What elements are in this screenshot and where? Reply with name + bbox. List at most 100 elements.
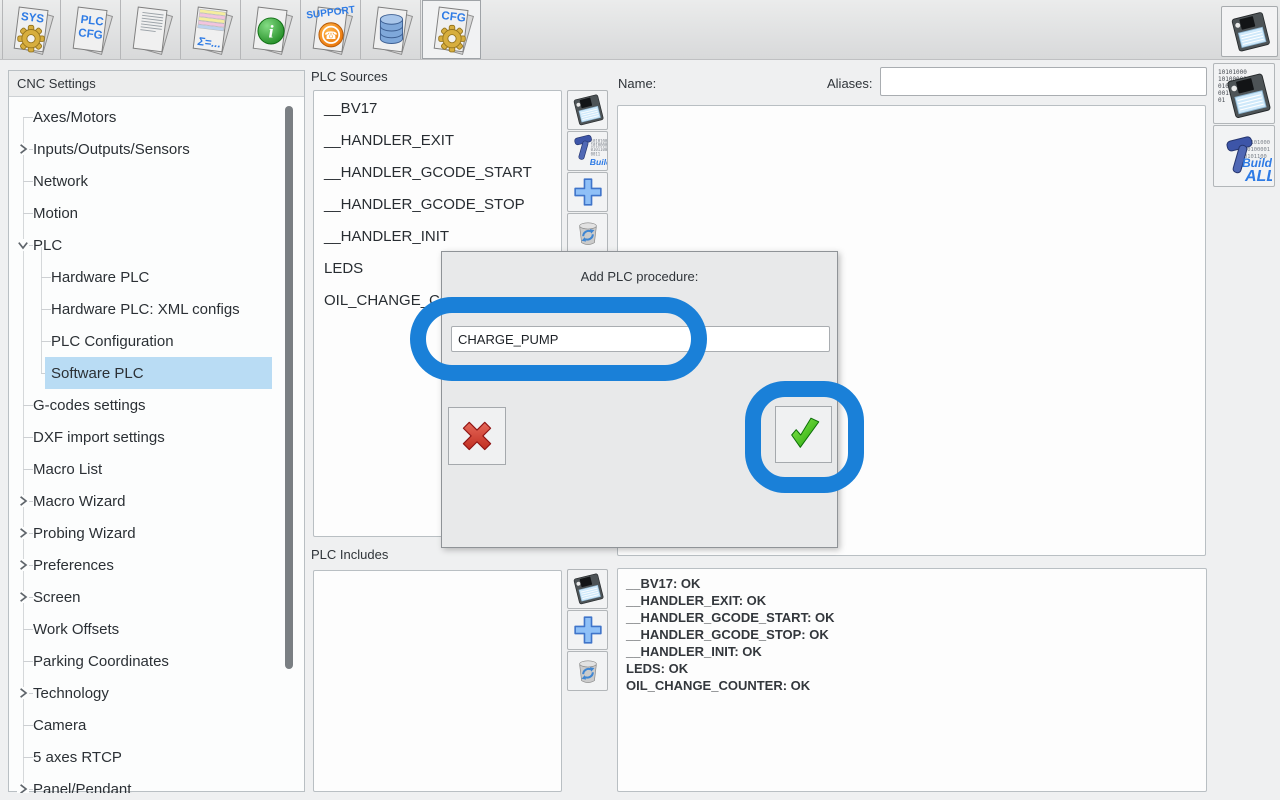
chevron-right-icon[interactable] xyxy=(17,559,29,571)
sidebar-item-macro-list[interactable]: Macro List xyxy=(9,453,304,485)
sidebar-item-inputs-outputs-sensors[interactable]: Inputs/Outputs/Sensors xyxy=(9,133,304,165)
sources-save-button[interactable] xyxy=(567,90,608,130)
info-glyph: i xyxy=(268,21,273,41)
sidebar-item-plc-configuration[interactable]: PLC Configuration xyxy=(9,325,304,357)
chevron-right-icon[interactable] xyxy=(17,527,29,539)
sidebar-item-macro-wizard[interactable]: Macro Wizard xyxy=(9,485,304,517)
sys-document-gear-icon: SYS xyxy=(5,3,59,57)
sidebar-item-5-axes-rtcp[interactable]: 5 axes RTCP xyxy=(9,741,304,773)
dialog-cancel-button[interactable] xyxy=(448,407,506,465)
chevron-right-icon[interactable] xyxy=(17,495,29,507)
chevron-right-icon[interactable] xyxy=(17,687,29,699)
chevron-right-icon[interactable] xyxy=(17,591,29,603)
toolbar-button-cfg[interactable]: CFG xyxy=(422,0,481,59)
plc-build-log[interactable]: __BV17: OK __HANDLER_EXIT: OK __HANDLER_… xyxy=(617,568,1207,792)
top-toolbar: SYS PLC CFG xyxy=(0,0,1280,60)
plc-sources-title: PLC Sources xyxy=(311,69,388,84)
build-all-hammer-icon: 10101000 10100001 0101100 Build ALL xyxy=(1216,128,1272,184)
cnc-settings-tree: Axes/Motors Inputs/Outputs/Sensors Netwo… xyxy=(9,97,304,793)
chevron-right-icon[interactable] xyxy=(17,783,29,793)
cfg-document-gear-icon: CFG xyxy=(425,3,479,57)
sidebar-item-probing-wizard[interactable]: Probing Wizard xyxy=(9,517,304,549)
sidebar-item-camera[interactable]: Camera xyxy=(9,709,304,741)
log-line: LEDS: OK xyxy=(626,660,1198,677)
red-x-cancel-icon xyxy=(454,413,500,459)
sidebar-item-hardware-plc-xml[interactable]: Hardware PLC: XML configs xyxy=(9,293,304,325)
build-all-button[interactable]: 10101000 10100001 0101100 Build ALL xyxy=(1213,125,1275,187)
toolbar-button-variables[interactable]: Σ=... xyxy=(182,0,241,59)
includes-save-button[interactable] xyxy=(567,569,608,609)
sidebar-item-software-plc[interactable]: Software PLC xyxy=(9,357,304,389)
log-line: __HANDLER_GCODE_START: OK xyxy=(626,609,1198,626)
save-all-binary-button[interactable]: 10101000 10100001 0101100 0011 01 xyxy=(1213,63,1275,124)
sources-build-button[interactable]: 10101000 10100001 0101100 0011 Build xyxy=(567,131,608,171)
sources-delete-button[interactable] xyxy=(567,213,608,253)
floppy-save-icon xyxy=(570,92,606,128)
sources-add-button[interactable] xyxy=(567,172,608,212)
trash-recycle-icon xyxy=(570,215,606,251)
chevron-down-icon[interactable] xyxy=(17,239,29,251)
phone-glyph: ☎ xyxy=(324,30,337,42)
plc-includes-list[interactable] xyxy=(313,570,562,792)
sidebar-item-gcodes-settings[interactable]: G-codes settings xyxy=(9,389,304,421)
toolbar-button-info[interactable]: i xyxy=(242,0,301,59)
source-item[interactable]: __BV17 xyxy=(314,93,561,125)
plus-icon xyxy=(570,612,606,648)
svg-text:10101000: 10101000 xyxy=(1218,69,1247,76)
build-hammer-icon: 10101000 10100001 0101100 0011 Build xyxy=(569,132,607,170)
aliases-label: Aliases: xyxy=(827,76,873,91)
sidebar-item-panel-pendant[interactable]: Panel/Pendant xyxy=(9,773,304,793)
plus-icon xyxy=(570,174,606,210)
sidebar-item-technology[interactable]: Technology xyxy=(9,677,304,709)
source-item[interactable]: __HANDLER_INIT xyxy=(314,221,561,253)
name-label: Name: xyxy=(618,76,656,91)
svg-text:10100001: 10100001 xyxy=(1244,147,1270,153)
cnc-settings-header: CNC Settings xyxy=(9,71,304,97)
database-document-icon xyxy=(364,3,418,57)
toolbar-save-button[interactable] xyxy=(1221,6,1278,57)
includes-delete-button[interactable] xyxy=(567,651,608,691)
toolbar-button-support[interactable]: SUPPORT ☎ xyxy=(302,0,361,59)
floppy-binary-save-icon: 10101000 10100001 0101100 0011 01 xyxy=(1216,66,1272,122)
build-all-label: ALL xyxy=(1244,168,1272,184)
sidebar-item-plc[interactable]: PLC xyxy=(9,229,304,261)
floppy-save-icon xyxy=(570,571,606,607)
toolbar-button-database[interactable] xyxy=(362,0,421,59)
source-item[interactable]: __HANDLER_GCODE_START xyxy=(314,157,561,189)
build-label: Build xyxy=(589,157,606,167)
dialog-ok-button[interactable] xyxy=(775,406,832,463)
includes-add-button[interactable] xyxy=(567,610,608,650)
sidebar-item-work-offsets[interactable]: Work Offsets xyxy=(9,613,304,645)
sidebar-item-screen[interactable]: Screen xyxy=(9,581,304,613)
support-phone-document-icon: SUPPORT ☎ xyxy=(304,3,358,57)
log-line: __BV17: OK xyxy=(626,575,1198,592)
log-line: __HANDLER_GCODE_STOP: OK xyxy=(626,626,1198,643)
procedure-name-input[interactable] xyxy=(451,326,830,352)
sidebar-item-parking-coordinates[interactable]: Parking Coordinates xyxy=(9,645,304,677)
source-item[interactable]: __HANDLER_EXIT xyxy=(314,125,561,157)
svg-text:0011: 0011 xyxy=(590,151,600,156)
plc-includes-title: PLC Includes xyxy=(311,547,388,562)
toolbar-button-plc-cfg[interactable]: PLC CFG xyxy=(62,0,121,59)
toolbar-button-sys[interactable]: SYS xyxy=(2,0,61,59)
log-line: __HANDLER_EXIT: OK xyxy=(626,592,1198,609)
source-item[interactable]: __HANDLER_GCODE_STOP xyxy=(314,189,561,221)
tree-scrollbar[interactable] xyxy=(285,106,293,669)
add-plc-procedure-dialog: Add PLC procedure: xyxy=(441,251,838,548)
chevron-right-icon[interactable] xyxy=(17,143,29,155)
aliases-input[interactable] xyxy=(880,67,1207,96)
sigma-variables-document-icon: Σ=... xyxy=(184,3,238,57)
sidebar-item-network[interactable]: Network xyxy=(9,165,304,197)
cnc-settings-panel: CNC Settings Axes/Motors Inputs/Outputs/… xyxy=(8,70,305,792)
svg-text:01: 01 xyxy=(1218,97,1226,104)
sidebar-item-preferences[interactable]: Preferences xyxy=(9,549,304,581)
sidebar-item-axes-motors[interactable]: Axes/Motors xyxy=(9,101,304,133)
plc-cfg-document-icon: PLC CFG xyxy=(64,3,118,57)
sidebar-item-motion[interactable]: Motion xyxy=(9,197,304,229)
info-document-icon: i xyxy=(244,3,298,57)
sidebar-item-dxf-import-settings[interactable]: DXF import settings xyxy=(9,421,304,453)
log-line: __HANDLER_INIT: OK xyxy=(626,643,1198,660)
sidebar-item-hardware-plc[interactable]: Hardware PLC xyxy=(9,261,304,293)
trash-recycle-icon xyxy=(570,653,606,689)
toolbar-button-text-document[interactable] xyxy=(122,0,181,59)
